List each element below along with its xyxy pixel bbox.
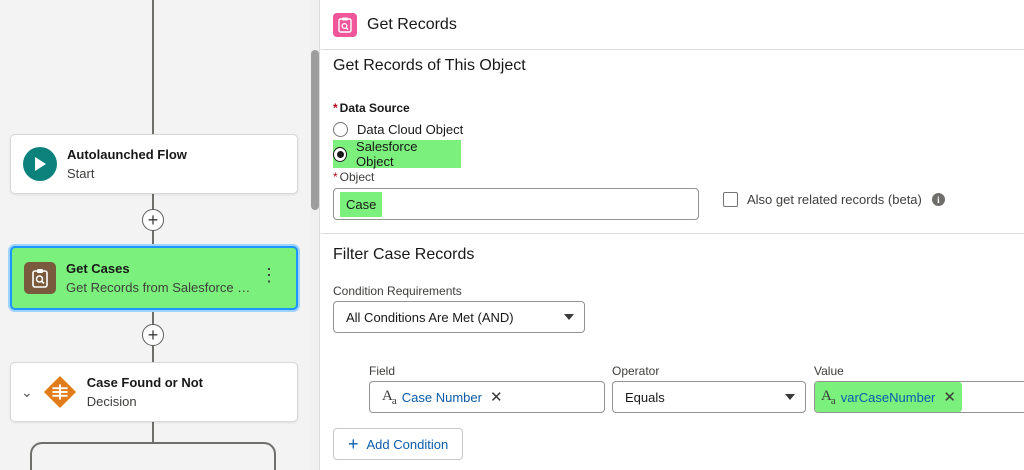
node-title: Case Found or Not — [86, 375, 204, 390]
field-column-label: Field — [369, 364, 396, 378]
node-actions-menu-button[interactable]: ⋮ — [260, 266, 278, 284]
operator-column-label: Operator — [612, 364, 660, 378]
node-subtitle: Get Records from Salesforce C... — [66, 280, 256, 295]
decision-icon — [43, 375, 77, 409]
section-divider — [321, 233, 1024, 234]
add-icon: + — [348, 434, 359, 454]
operator-select[interactable]: Equals — [612, 381, 806, 413]
related-records-checkbox[interactable]: Also get related records (beta) i — [723, 192, 945, 207]
field-pill-label: Case Number — [401, 389, 482, 405]
add-element-button[interactable]: + — [142, 209, 164, 231]
radio-data-cloud-object[interactable]: Data Cloud Object — [333, 122, 463, 137]
start-node[interactable]: Autolaunched Flow Start — [10, 134, 298, 194]
add-condition-button[interactable]: + Add Condition — [333, 428, 464, 460]
get-records-icon — [24, 262, 56, 294]
condition-requirements-label: Condition Requirements — [333, 284, 462, 298]
value-pill-label: varCaseNumber — [840, 389, 936, 405]
node-subtitle: Decision — [86, 394, 137, 409]
object-field-label: * Object — [333, 170, 375, 184]
close-icon[interactable]: ✕ — [490, 388, 503, 406]
condition-requirements-value: All Conditions Are Met (AND) — [346, 309, 514, 325]
field-input[interactable]: Aa Case Number ✕ — [369, 381, 605, 413]
operator-value: Equals — [625, 389, 665, 405]
condition-requirements-select[interactable]: All Conditions Are Met (AND) — [333, 301, 585, 333]
connector-line — [152, 422, 154, 442]
radio-label: Data Cloud Object — [357, 122, 464, 137]
filter-section-title: Filter Case Records — [333, 246, 475, 263]
panel-header: Get Records — [321, 0, 1024, 50]
decision-node[interactable]: ⌄ Case Found or Not Decision — [10, 362, 298, 422]
value-column-label: Value — [814, 364, 844, 378]
add-condition-label: Add Condition — [366, 436, 449, 452]
play-icon — [23, 147, 57, 181]
node-title: Autolaunched Flow — [67, 147, 187, 162]
data-source-label: * Data Source — [333, 101, 410, 115]
radio-button-selected[interactable] — [333, 146, 348, 162]
flow-canvas[interactable]: Autolaunched Flow Start + Get Cases Get … — [0, 0, 310, 470]
panel-scrollbar-thumb[interactable] — [311, 50, 319, 210]
checkbox[interactable] — [723, 192, 738, 207]
radio-salesforce-object[interactable]: Salesforce Object — [333, 139, 461, 169]
add-element-button[interactable]: + — [142, 324, 164, 346]
text-type-icon: Aa — [382, 387, 397, 407]
text-type-icon: Aa — [821, 387, 836, 407]
node-title: Get Cases — [66, 261, 130, 276]
get-cases-node[interactable]: Get Cases Get Records from Salesforce C.… — [10, 246, 298, 310]
properties-panel: Get Records Get Records of This Object *… — [321, 0, 1024, 470]
field-pill: Aa Case Number ✕ — [376, 385, 509, 409]
radio-label: Salesforce Object — [356, 139, 418, 169]
chevron-down-icon — [564, 314, 574, 320]
panel-title: Get Records — [367, 15, 457, 33]
chevron-down-icon[interactable]: ⌄ — [21, 384, 33, 401]
radio-button[interactable] — [333, 122, 348, 137]
connector-line — [152, 0, 154, 134]
info-icon[interactable]: i — [931, 193, 945, 206]
value-input[interactable]: Aa varCaseNumber ✕ — [814, 381, 1024, 413]
get-records-icon — [333, 12, 357, 37]
chevron-down-icon — [785, 394, 795, 400]
object-input[interactable]: Case — [333, 188, 699, 220]
close-icon[interactable]: ✕ — [943, 388, 956, 406]
object-section-title: Get Records of This Object — [333, 57, 526, 74]
object-value: Case — [340, 191, 383, 217]
branch-connector-right — [152, 442, 276, 470]
node-subtitle: Start — [67, 166, 95, 181]
value-pill: Aa varCaseNumber ✕ — [815, 382, 962, 412]
branch-connector-left — [30, 442, 154, 470]
related-records-label: Also get related records (beta) — [747, 192, 922, 207]
